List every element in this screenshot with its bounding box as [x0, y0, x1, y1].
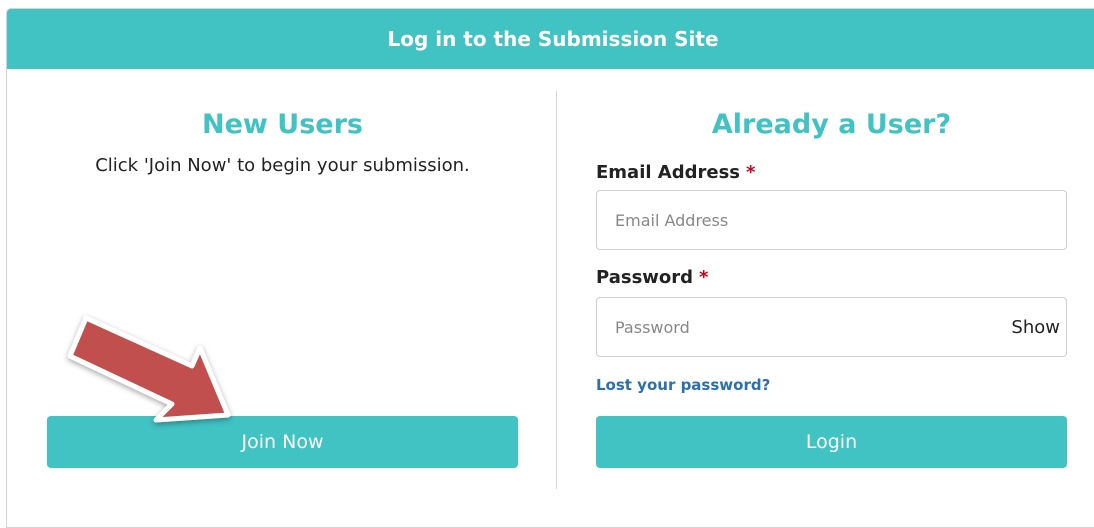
new-users-description: Click 'Join Now' to begin your submissio…: [95, 155, 470, 176]
email-label-text: Email Address: [596, 162, 741, 183]
email-label: Email Address *: [596, 162, 755, 183]
new-users-section: New Users Click 'Join Now' to begin your…: [47, 69, 518, 468]
email-field[interactable]: [613, 209, 1050, 231]
panel-title: Log in to the Submission Site: [387, 27, 719, 51]
login-button[interactable]: Login: [596, 416, 1067, 468]
lost-password-link[interactable]: Lost your password?: [596, 376, 770, 394]
column-divider: [556, 91, 557, 489]
password-field-wrapper: Show: [596, 297, 1067, 357]
panel-header: Log in to the Submission Site: [7, 9, 1094, 69]
password-label: Password *: [596, 267, 708, 288]
show-password-toggle[interactable]: Show: [1011, 317, 1060, 338]
new-users-title: New Users: [202, 109, 363, 140]
login-panel: Log in to the Submission Site New Users …: [6, 8, 1094, 528]
required-mark: *: [746, 162, 756, 183]
existing-users-title: Already a User?: [711, 109, 952, 140]
arrow-icon: [67, 315, 231, 423]
required-mark: *: [699, 267, 709, 288]
password-label-text: Password: [596, 267, 694, 288]
password-field[interactable]: [613, 316, 1012, 338]
email-field-wrapper: [596, 190, 1067, 250]
existing-users-section: Already a User? Email Address* Password*…: [596, 69, 1067, 468]
